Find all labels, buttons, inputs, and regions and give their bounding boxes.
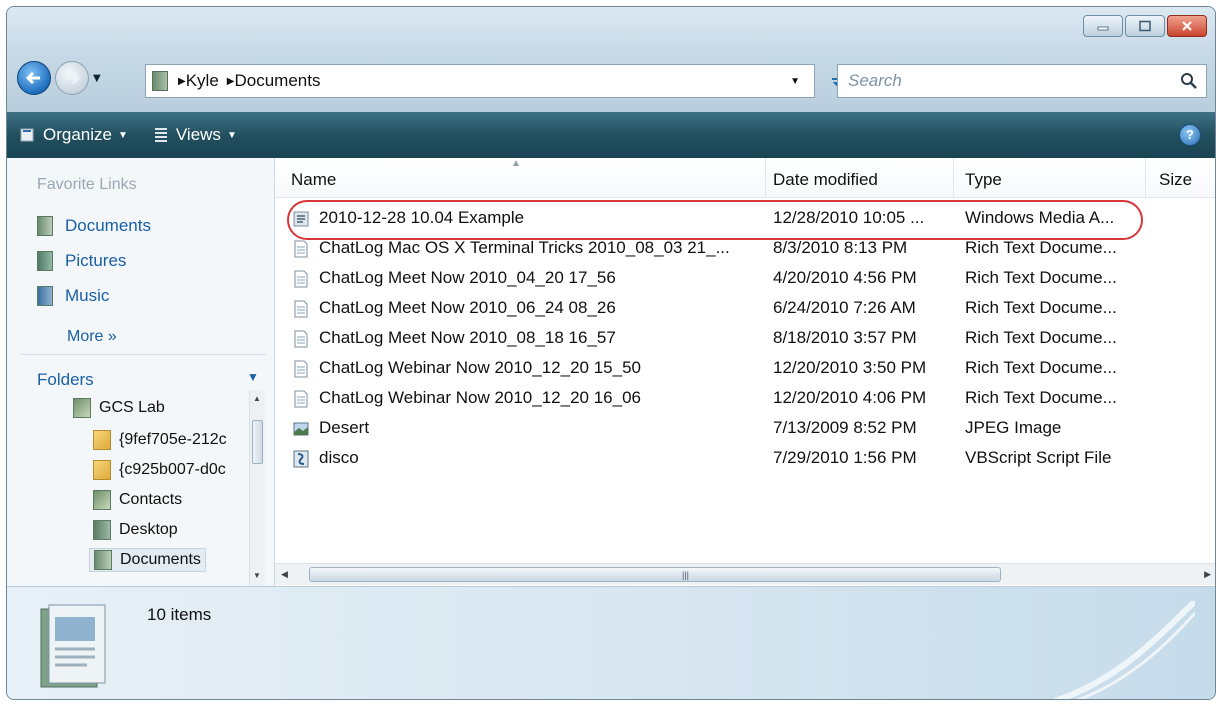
column-name[interactable]: Name xyxy=(291,170,336,190)
navigation-buttons: ▼ xyxy=(17,61,101,95)
close-button[interactable] xyxy=(1167,15,1207,37)
divider xyxy=(21,354,266,355)
scrollbar-thumb[interactable] xyxy=(252,420,263,464)
chevron-right-icon[interactable]: ▶ xyxy=(227,76,235,87)
documents-icon xyxy=(37,216,53,236)
command-bar: Organize ▼ Views ▼ ? xyxy=(7,112,1215,158)
folder-icon xyxy=(152,71,168,91)
navigation-pane: Favorite Links Documents Pictures Music … xyxy=(7,158,275,586)
column-headers: ▲ Name Date modified Type Size xyxy=(275,158,1215,198)
user-folder-icon xyxy=(73,398,91,418)
chevron-down-icon: ▼ xyxy=(226,129,237,141)
sidebar-item-pictures[interactable]: Pictures xyxy=(37,251,126,271)
tree-item-folder[interactable]: {c925b007-d0c xyxy=(93,460,226,480)
chevron-down-icon[interactable]: ▼ xyxy=(247,370,259,384)
rtf-file-icon xyxy=(294,360,308,378)
views-menu[interactable]: Views ▼ xyxy=(152,125,237,145)
tree-scrollbar[interactable]: ▲ ▼ xyxy=(249,390,265,586)
recent-pages-dropdown-icon[interactable]: ▼ xyxy=(93,73,101,84)
column-date-modified[interactable]: Date modified xyxy=(773,170,878,190)
vbscript-file-icon xyxy=(293,450,309,468)
rtf-file-icon xyxy=(294,270,308,288)
close-icon xyxy=(1182,21,1192,31)
tree-item-folder[interactable]: {9fef705e-212c xyxy=(93,430,227,450)
column-divider[interactable] xyxy=(1145,158,1146,198)
file-list: ▲ Name Date modified Type Size 2010-12-2… xyxy=(275,158,1215,586)
tree-item-desktop[interactable]: Desktop xyxy=(93,520,178,540)
minimize-icon xyxy=(1097,26,1109,31)
double-chevron-right-icon: » xyxy=(107,328,117,345)
documents-icon xyxy=(94,550,112,570)
file-row[interactable]: ChatLog Webinar Now 2010_12_20 16_06 12/… xyxy=(275,384,1215,414)
back-button[interactable] xyxy=(17,61,51,95)
rtf-file-icon xyxy=(294,330,308,348)
rtf-file-icon xyxy=(294,390,308,408)
details-pane: 10 items xyxy=(7,586,1215,699)
tree-item-contacts[interactable]: Contacts xyxy=(93,490,182,510)
file-row[interactable]: ChatLog Meet Now 2010_08_18 16_57 8/18/2… xyxy=(275,324,1215,354)
scroll-up-icon[interactable]: ▲ xyxy=(253,394,261,403)
file-row[interactable]: ChatLog Meet Now 2010_04_20 17_56 4/20/2… xyxy=(275,264,1215,294)
tree-item-gcs-lab[interactable]: GCS Lab xyxy=(73,398,165,418)
decorative-swoosh xyxy=(1054,601,1195,699)
highlight-oval xyxy=(287,200,1143,240)
more-links-button[interactable]: More » xyxy=(67,328,117,346)
scroll-left-icon[interactable]: ◀ xyxy=(281,569,288,580)
address-bar[interactable]: ▶ Kyle ▶ Documents ▼ xyxy=(145,64,815,98)
horizontal-scrollbar[interactable]: ◀ ||| ▶ xyxy=(275,563,1215,585)
tree-item-documents[interactable]: Documents xyxy=(89,548,206,572)
column-size[interactable]: Size xyxy=(1159,170,1192,190)
chevron-right-icon[interactable]: ▶ xyxy=(178,76,186,87)
maximize-button[interactable] xyxy=(1125,15,1165,37)
scroll-right-icon[interactable]: ▶ xyxy=(1204,569,1211,580)
pictures-icon xyxy=(37,251,53,271)
documents-folder-icon xyxy=(40,604,106,688)
desktop-icon xyxy=(93,520,111,540)
help-icon: ? xyxy=(1186,127,1194,142)
item-count: 10 items xyxy=(147,605,212,624)
folder-tree: GCS Lab {9fef705e-212c {c925b007-d0c Con… xyxy=(7,390,275,586)
sort-ascending-icon: ▲ xyxy=(511,158,521,169)
sidebar-item-documents[interactable]: Documents xyxy=(37,216,151,236)
file-row[interactable]: Desert 7/13/2009 8:52 PM JPEG Image xyxy=(275,414,1215,444)
favorite-links-heading: Favorite Links xyxy=(37,176,137,193)
chevron-down-icon: ▼ xyxy=(117,129,128,141)
views-icon xyxy=(154,128,167,142)
scrollbar-thumb[interactable]: ||| xyxy=(309,567,1001,582)
help-button[interactable]: ? xyxy=(1179,124,1201,146)
organize-menu[interactable]: Organize ▼ xyxy=(19,125,128,145)
title-bar: ▼ ▶ Kyle ▶ Documents ▼ Search xyxy=(7,7,1215,112)
scroll-down-icon[interactable]: ▼ xyxy=(253,571,261,580)
window-controls xyxy=(1083,15,1207,37)
back-arrow-icon xyxy=(25,71,40,85)
rtf-file-icon xyxy=(294,240,308,258)
music-icon xyxy=(37,286,53,306)
breadcrumb-item[interactable]: Kyle xyxy=(186,71,219,91)
grip-icon: ||| xyxy=(682,570,690,580)
organize-icon xyxy=(20,128,34,142)
maximize-icon xyxy=(1139,20,1151,32)
rtf-file-icon xyxy=(294,300,308,318)
forward-arrow-icon xyxy=(66,71,81,85)
folders-heading[interactable]: Folders xyxy=(37,370,94,390)
folder-icon xyxy=(93,460,111,480)
search-input[interactable]: Search xyxy=(837,64,1207,98)
forward-button[interactable] xyxy=(55,61,89,95)
sidebar-item-music[interactable]: Music xyxy=(37,286,109,306)
column-divider[interactable] xyxy=(765,158,766,198)
explorer-window: ▼ ▶ Kyle ▶ Documents ▼ Search Organize ▼… xyxy=(6,6,1216,700)
search-icon[interactable] xyxy=(1180,72,1198,90)
file-row[interactable]: ChatLog Webinar Now 2010_12_20 15_50 12/… xyxy=(275,354,1215,384)
jpeg-file-icon xyxy=(293,422,309,436)
column-divider[interactable] xyxy=(953,158,954,198)
contacts-icon xyxy=(93,490,111,510)
folder-icon xyxy=(93,430,111,450)
file-row[interactable]: disco 7/29/2010 1:56 PM VBScript Script … xyxy=(275,444,1215,474)
breadcrumb-item[interactable]: Documents xyxy=(234,71,320,91)
column-type[interactable]: Type xyxy=(965,170,1002,190)
file-row[interactable]: ChatLog Meet Now 2010_06_24 08_26 6/24/2… xyxy=(275,294,1215,324)
minimize-button[interactable] xyxy=(1083,15,1123,37)
address-dropdown-icon[interactable]: ▼ xyxy=(790,76,800,87)
